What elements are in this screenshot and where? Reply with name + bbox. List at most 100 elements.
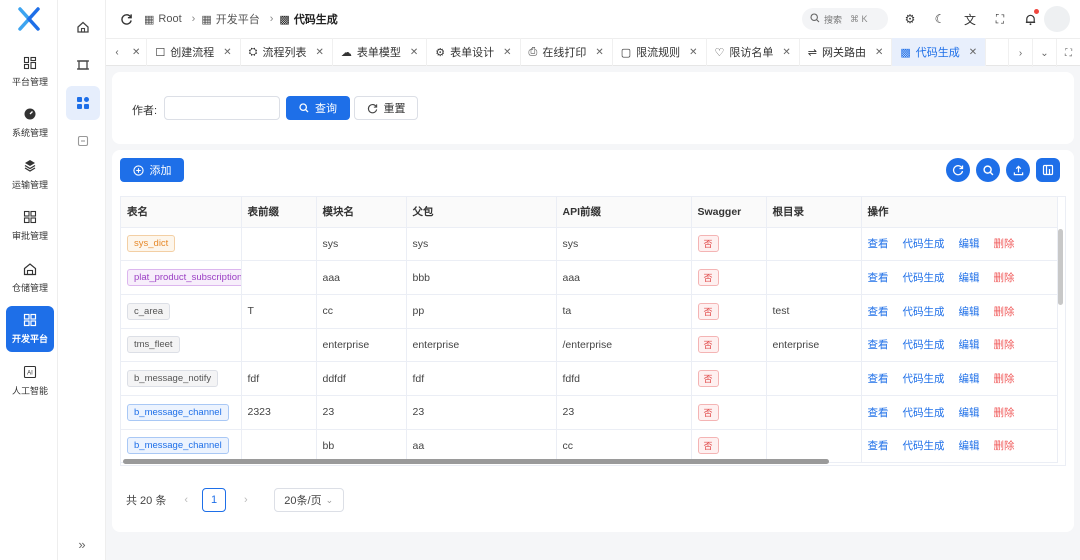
- nav-item-5[interactable]: 开发平台: [6, 305, 54, 352]
- tab-hidden-close[interactable]: ✕: [128, 38, 148, 66]
- action-link-3[interactable]: 删除: [994, 339, 1015, 351]
- nav-item-4[interactable]: 仓储管理: [6, 254, 54, 300]
- translate-icon[interactable]: 文: [962, 11, 978, 27]
- tabs-scroll-left-icon[interactable]: ‹: [106, 38, 128, 66]
- action-link-0[interactable]: 查看: [868, 238, 889, 250]
- reset-button[interactable]: 重置: [354, 96, 418, 120]
- action-link-3[interactable]: 删除: [994, 238, 1015, 250]
- table-name-tag: tms_fleet: [127, 336, 180, 354]
- action-link-1[interactable]: 代码生成: [903, 440, 945, 452]
- action-link-1[interactable]: 代码生成: [903, 306, 945, 318]
- action-link-0[interactable]: 查看: [868, 306, 889, 318]
- cell-root: test: [766, 294, 862, 329]
- close-icon[interactable]: ✕: [595, 47, 603, 58]
- tab-7[interactable]: ⇌ 网关路由 ✕: [800, 38, 893, 66]
- close-icon[interactable]: ✕: [875, 47, 883, 58]
- action-link-2[interactable]: 编辑: [959, 407, 980, 419]
- cell-actions: 查看 代码生成 编辑 删除: [861, 395, 1058, 430]
- chevron-down-icon[interactable]: ⌄: [1032, 39, 1056, 67]
- nav-item-6[interactable]: AI 人工智能: [6, 357, 54, 403]
- action-link-3[interactable]: 删除: [994, 272, 1015, 284]
- action-link-2[interactable]: 编辑: [959, 272, 980, 284]
- avatar[interactable]: [1044, 6, 1070, 32]
- dark-mode-icon[interactable]: ☾: [932, 11, 948, 27]
- expand-sidebar-icon[interactable]: »: [70, 534, 94, 554]
- tab-2[interactable]: ☁ 表单模型 ✕: [333, 38, 428, 66]
- close-icon[interactable]: ✕: [410, 47, 418, 58]
- columns-button[interactable]: [1036, 158, 1060, 182]
- close-icon[interactable]: ✕: [315, 47, 323, 58]
- column-header: 模块名: [316, 197, 407, 228]
- tab-5[interactable]: ▢ 限流规则 ✕: [613, 38, 707, 66]
- tab-0[interactable]: ☐ 创建流程 ✕: [147, 38, 241, 66]
- close-icon[interactable]: ✕: [132, 47, 140, 58]
- refresh-icon[interactable]: [118, 11, 134, 27]
- action-link-0[interactable]: 查看: [868, 440, 889, 452]
- close-icon[interactable]: ✕: [689, 47, 697, 58]
- next-page-icon[interactable]: ›: [244, 494, 248, 506]
- nav-item-3[interactable]: 审批管理: [6, 203, 54, 249]
- action-link-1[interactable]: 代码生成: [903, 339, 945, 351]
- minus-box-icon[interactable]: [66, 124, 100, 158]
- action-link-3[interactable]: 删除: [994, 373, 1015, 385]
- action-link-0[interactable]: 查看: [868, 272, 889, 284]
- bell-icon[interactable]: [1022, 9, 1039, 27]
- breadcrumb-root[interactable]: ▦ Root ›: [144, 13, 201, 26]
- nav-item-1[interactable]: 系统管理: [6, 100, 54, 146]
- tabs-scroll-right-icon[interactable]: ›: [1008, 39, 1032, 67]
- tab-4[interactable]: ⎙ 在线打印 ✕: [521, 38, 613, 66]
- cell-module: bb: [316, 429, 407, 464]
- action-link-0[interactable]: 查看: [868, 339, 889, 351]
- nav-item-2[interactable]: 运输管理: [6, 151, 54, 197]
- home-icon[interactable]: [66, 10, 100, 44]
- breadcrumb-dev[interactable]: ▦ 开发平台 ›: [201, 11, 279, 27]
- author-input[interactable]: [164, 96, 280, 120]
- action-link-2[interactable]: 编辑: [959, 238, 980, 250]
- nav-item-0[interactable]: 平台管理: [6, 48, 54, 94]
- page-size-select[interactable]: 20条/页 ⌄: [273, 488, 344, 512]
- action-link-2[interactable]: 编辑: [959, 306, 980, 318]
- horizontal-scrollbar[interactable]: [123, 459, 829, 464]
- prev-page-icon[interactable]: ‹: [184, 494, 188, 506]
- action-link-3[interactable]: 删除: [994, 440, 1015, 452]
- vertical-scrollbar[interactable]: [1058, 229, 1063, 305]
- page-number[interactable]: 1: [202, 488, 227, 512]
- cell-swagger: 否: [691, 429, 767, 464]
- action-link-0[interactable]: 查看: [868, 407, 889, 419]
- tab-6[interactable]: ♡ 限访名单 ✕: [707, 38, 800, 66]
- action-link-1[interactable]: 代码生成: [903, 373, 945, 385]
- action-link-1[interactable]: 代码生成: [903, 238, 945, 250]
- fullscreen-icon[interactable]: ⛶: [992, 11, 1008, 27]
- settings-icon[interactable]: ⚙: [902, 11, 918, 27]
- action-link-2[interactable]: 编辑: [959, 373, 980, 385]
- global-search[interactable]: 搜索 ⌘ K: [802, 8, 888, 30]
- search-icon: [299, 103, 309, 113]
- export-button[interactable]: [1006, 158, 1030, 182]
- tab-1[interactable]: ⛭ 流程列表 ✕: [241, 38, 333, 66]
- crop-icon[interactable]: [66, 48, 100, 82]
- search-toggle-button[interactable]: [976, 158, 1000, 182]
- table-row: c_area Tcc pp ta 否 test 查看 代码生成 编辑 删除: [121, 294, 1058, 329]
- action-link-0[interactable]: 查看: [868, 373, 889, 385]
- close-icon[interactable]: ✕: [503, 47, 511, 58]
- action-link-2[interactable]: 编辑: [959, 339, 980, 351]
- close-icon[interactable]: ✕: [223, 47, 231, 58]
- close-icon[interactable]: ✕: [969, 47, 977, 58]
- add-button[interactable]: 添加: [120, 158, 184, 182]
- close-icon[interactable]: ✕: [782, 47, 790, 58]
- tab-8[interactable]: ▩ 代码生成 ✕: [892, 38, 987, 66]
- grid-apps-icon[interactable]: [66, 86, 100, 120]
- query-button[interactable]: 查询: [286, 96, 350, 120]
- maximize-icon[interactable]: ⛶: [1056, 39, 1080, 67]
- action-link-1[interactable]: 代码生成: [903, 407, 945, 419]
- action-link-2[interactable]: 编辑: [959, 440, 980, 452]
- action-link-3[interactable]: 删除: [994, 407, 1015, 419]
- grid-icon: ▦: [201, 13, 212, 26]
- action-link-1[interactable]: 代码生成: [903, 272, 945, 284]
- action-link-3[interactable]: 删除: [994, 306, 1015, 318]
- tab-label: 创建流程: [170, 47, 215, 59]
- tab-3[interactable]: ⚙ 表单设计 ✕: [427, 38, 521, 66]
- ai-icon: AI: [22, 364, 38, 380]
- cell-swagger: 否: [691, 260, 767, 295]
- refresh-button[interactable]: [946, 158, 970, 182]
